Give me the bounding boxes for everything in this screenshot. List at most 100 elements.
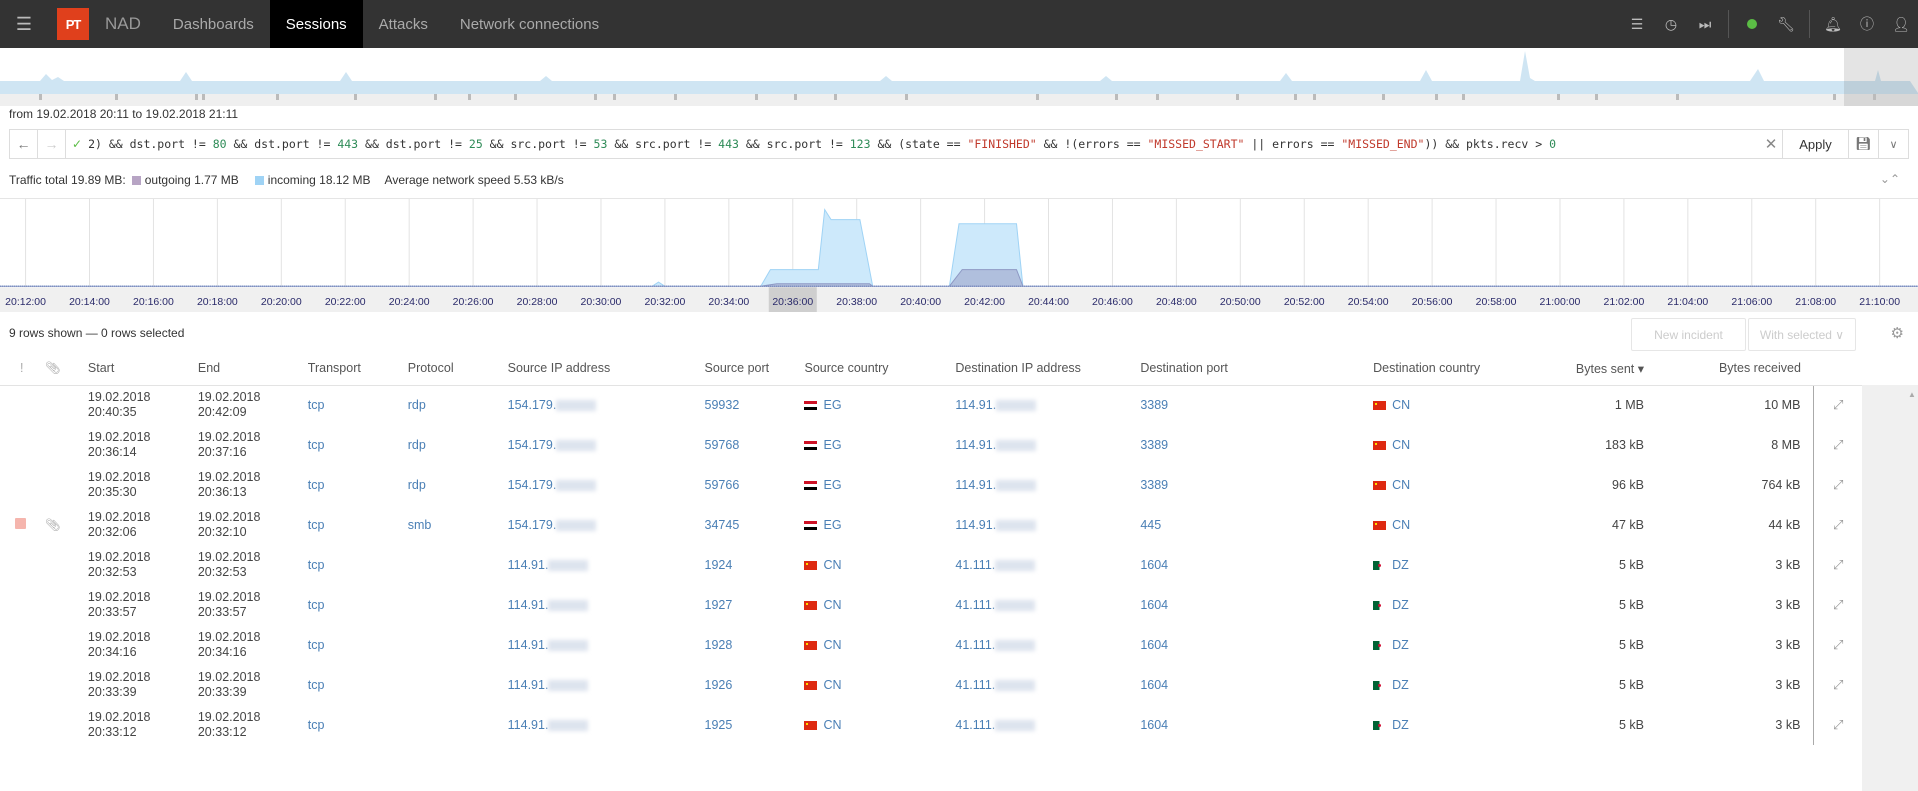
transport-link[interactable]: tcp <box>308 465 408 505</box>
protocol-link[interactable] <box>408 585 508 625</box>
col-bytes-sent[interactable]: Bytes sent ▾ <box>1541 352 1645 386</box>
overview-timeline[interactable] <box>0 48 1918 106</box>
source-port-link[interactable]: 1925 <box>705 705 805 745</box>
destination-ip-link[interactable]: 41.111. <box>955 705 1140 745</box>
destination-ip-link[interactable]: 41.111. <box>955 665 1140 705</box>
source-country-link[interactable]: EG <box>804 505 955 545</box>
source-ip-link[interactable]: 114.91. <box>508 585 705 625</box>
source-port-link[interactable]: 59768 <box>705 425 805 465</box>
destination-ip-link[interactable]: 41.111. <box>955 625 1140 665</box>
source-port-link[interactable]: 1926 <box>705 665 805 705</box>
source-ip-link[interactable]: 114.91. <box>508 625 705 665</box>
traffic-chart[interactable]: 20:12:00 20:14:00 20:16:00 20:18:00 20:20:00… <box>0 198 1918 312</box>
source-ip-link[interactable]: 154.179. <box>508 385 705 425</box>
expand-icon[interactable]: ⤢ <box>1813 465 1862 505</box>
fast-forward-icon[interactable]: ⏭ <box>1688 0 1722 48</box>
protocol-link[interactable] <box>408 545 508 585</box>
expand-icon[interactable]: ⤢ <box>1813 505 1862 545</box>
source-country-link[interactable]: EG <box>804 385 955 425</box>
destination-country-link[interactable]: DZ <box>1373 585 1541 625</box>
col-source-port[interactable]: Source port <box>704 352 805 386</box>
source-ip-link[interactable]: 154.179. <box>508 425 705 465</box>
protocol-link[interactable]: rdp <box>408 385 508 425</box>
destination-country-link[interactable]: DZ <box>1373 545 1541 585</box>
table-row[interactable]: 19.02.2018 20:33:12 19.02.2018 20:33:12 tcp 1… <box>0 705 1862 745</box>
col-destination-ip[interactable]: Destination IP address <box>955 352 1141 386</box>
clock-icon[interactable]: ◷ <box>1654 0 1688 48</box>
source-ip-link[interactable]: 114.91. <box>508 545 705 585</box>
destination-ip-link[interactable]: 114.91. <box>955 505 1140 545</box>
transport-link[interactable]: tcp <box>308 385 408 425</box>
col-bytes-received[interactable]: Bytes received <box>1644 352 1814 386</box>
source-ip-link[interactable]: 114.91. <box>508 665 705 705</box>
expand-icon[interactable]: ⤢ <box>1813 625 1862 665</box>
destination-port-link[interactable]: 1604 <box>1140 705 1373 745</box>
scroll-up-icon[interactable]: ▲ <box>1908 390 1916 399</box>
transport-link[interactable]: tcp <box>308 625 408 665</box>
destination-country-link[interactable]: DZ <box>1373 625 1541 665</box>
forward-arrow-icon[interactable]: → <box>38 130 66 158</box>
destination-port-link[interactable]: 445 <box>1140 505 1373 545</box>
expand-icon[interactable]: ⤢ <box>1813 545 1862 585</box>
hamburger-menu-icon[interactable]: ☰ <box>0 0 48 48</box>
source-country-link[interactable]: CN <box>804 625 955 665</box>
source-port-link[interactable]: 1927 <box>705 585 805 625</box>
new-incident-button[interactable]: New incident <box>1631 318 1746 351</box>
destination-country-link[interactable]: CN <box>1373 465 1541 505</box>
protocol-link[interactable] <box>408 625 508 665</box>
apply-button[interactable]: Apply <box>1782 130 1848 158</box>
table-row[interactable]: 📎︎ 19.02.2018 20:32:06 19.02.2018 20:32:10 tc… <box>0 505 1862 545</box>
with-selected-button[interactable]: With selected ∨ <box>1748 318 1856 351</box>
protocol-link[interactable]: rdp <box>408 425 508 465</box>
col-protocol[interactable]: Protocol <box>407 352 508 386</box>
table-row[interactable]: 19.02.2018 20:33:57 19.02.2018 20:33:57 tcp 1… <box>0 585 1862 625</box>
nav-attacks[interactable]: Attacks <box>363 0 444 48</box>
destination-country-link[interactable]: CN <box>1373 505 1541 545</box>
status-dot-icon[interactable] <box>1735 0 1769 48</box>
save-filter-icon[interactable]: 💾︎ <box>1848 130 1878 158</box>
col-transport[interactable]: Transport <box>307 352 408 386</box>
scrollbar[interactable] <box>1862 385 1918 791</box>
transport-link[interactable]: tcp <box>308 705 408 745</box>
source-port-link[interactable]: 1924 <box>705 545 805 585</box>
source-ip-link[interactable]: 154.179. <box>508 465 705 505</box>
collapse-chart-icon[interactable]: ⌄⌃ <box>1880 172 1900 186</box>
list-icon[interactable]: ☰ <box>1620 0 1654 48</box>
source-port-link[interactable]: 34745 <box>705 505 805 545</box>
source-ip-link[interactable]: 114.91. <box>508 705 705 745</box>
destination-country-link[interactable]: DZ <box>1373 665 1541 705</box>
destination-port-link[interactable]: 1604 <box>1140 585 1373 625</box>
destination-ip-link[interactable]: 114.91. <box>955 465 1140 505</box>
transport-link[interactable]: tcp <box>308 425 408 465</box>
source-country-link[interactable]: CN <box>804 705 955 745</box>
col-start[interactable]: Start <box>87 352 198 386</box>
col-attach[interactable]: 📎︎ <box>44 352 88 386</box>
source-country-link[interactable]: EG <box>804 425 955 465</box>
expand-icon[interactable]: ⤢ <box>1813 665 1862 705</box>
col-destination-port[interactable]: Destination port <box>1140 352 1374 386</box>
destination-port-link[interactable]: 3389 <box>1140 465 1373 505</box>
table-row[interactable]: 19.02.2018 20:34:16 19.02.2018 20:34:16 tcp 1… <box>0 625 1862 665</box>
expand-icon[interactable]: ⤢ <box>1813 585 1862 625</box>
transport-link[interactable]: tcp <box>308 585 408 625</box>
transport-link[interactable]: tcp <box>308 545 408 585</box>
chevron-down-icon[interactable]: ∨ <box>1878 130 1908 158</box>
destination-country-link[interactable]: DZ <box>1373 705 1541 745</box>
protocol-link[interactable] <box>408 705 508 745</box>
destination-ip-link[interactable]: 114.91. <box>955 425 1140 465</box>
col-destination-country[interactable]: Destination country <box>1373 352 1542 386</box>
back-arrow-icon[interactable]: ← <box>10 130 38 158</box>
col-mark[interactable]: ! <box>0 352 45 386</box>
expand-icon[interactable]: ⤢ <box>1813 705 1862 745</box>
nav-sessions[interactable]: Sessions <box>269 0 363 48</box>
filter-query-input[interactable]: ✓ 2) && dst.port != 80 && dst.port != 44… <box>66 130 1760 158</box>
help-icon[interactable]: ⓘ <box>1850 0 1884 48</box>
protocol-link[interactable]: rdp <box>408 465 508 505</box>
source-country-link[interactable]: EG <box>804 465 955 505</box>
expand-icon[interactable]: ⤢ <box>1813 425 1862 465</box>
destination-port-link[interactable]: 1604 <box>1140 665 1373 705</box>
protocol-link[interactable] <box>408 665 508 705</box>
table-row[interactable]: 19.02.2018 20:35:30 19.02.2018 20:36:13 tcp r… <box>0 465 1862 505</box>
table-row[interactable]: 19.02.2018 20:36:14 19.02.2018 20:37:16 tcp r… <box>0 425 1862 465</box>
bell-icon[interactable]: 🔔︎ <box>1816 0 1850 48</box>
